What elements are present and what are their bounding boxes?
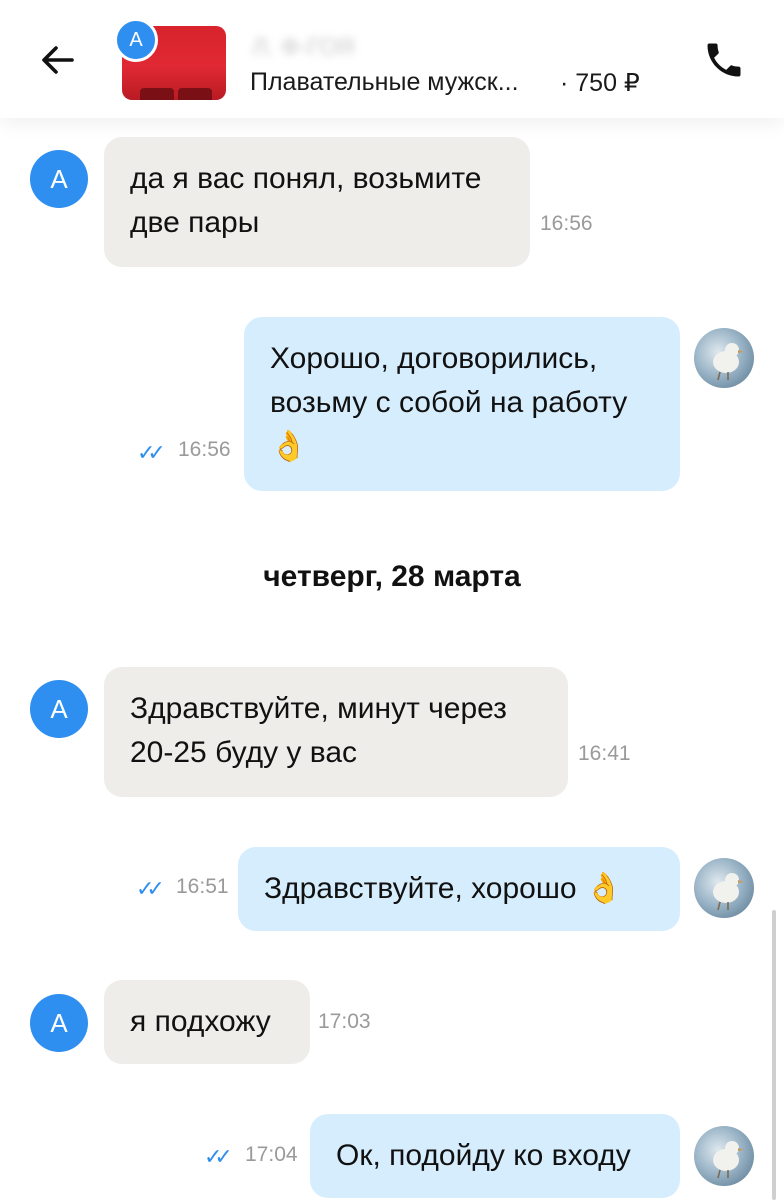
message-time: 17:03	[318, 1010, 371, 1033]
product-price: · 750 ₽	[560, 69, 640, 97]
message-bubble-outgoing[interactable]: Ок, подойду ко входу	[310, 1114, 680, 1198]
read-checkmarks-icon: ✓✓	[137, 440, 166, 465]
product-title[interactable]: Плавательные мужск...	[250, 68, 519, 97]
seller-avatar[interactable]: A	[30, 680, 88, 738]
call-button[interactable]	[698, 34, 750, 86]
message-line: Здравствуйте, минут через	[130, 692, 507, 725]
bird-avatar-icon	[713, 873, 744, 911]
message-bubble-outgoing[interactable]: Хорошо, договорились, возьму с собой на …	[244, 317, 680, 491]
message-line: Ок, подойду ко входу	[336, 1139, 631, 1172]
ok-hand-emoji: 👌	[270, 430, 308, 463]
bird-avatar-icon	[713, 1141, 744, 1179]
read-checkmarks-icon: ✓✓	[204, 1144, 233, 1169]
message-bubble-incoming[interactable]: я подхожу	[104, 980, 310, 1064]
message-line: я подхожу	[130, 1005, 271, 1038]
seller-avatar[interactable]: A	[30, 994, 88, 1052]
read-checkmarks-icon: ✓✓	[136, 876, 165, 901]
bird-avatar-icon	[713, 343, 744, 381]
message-bubble-incoming[interactable]: да я вас понял, возьмите две пары	[104, 137, 530, 267]
my-avatar[interactable]	[694, 328, 754, 388]
back-button[interactable]	[34, 36, 82, 84]
message-time: 16:56	[540, 212, 593, 235]
message-time: 16:41	[578, 742, 631, 765]
back-arrow-icon	[42, 46, 74, 74]
seller-avatar-badge: A	[114, 18, 158, 62]
message-line: да я вас понял, возьмите	[130, 162, 482, 195]
message-time: 16:51	[176, 875, 229, 898]
my-avatar[interactable]	[694, 858, 754, 918]
message-time: 16:56	[178, 438, 231, 461]
my-avatar[interactable]	[694, 1126, 754, 1186]
date-separator: четверг, 28 марта	[263, 560, 521, 593]
message-line: Хорошо, договорились,	[270, 342, 598, 375]
message-bubble-incoming[interactable]: Здравствуйте, минут через 20-25 буду у в…	[104, 667, 568, 797]
ok-hand-emoji: 👌	[584, 872, 623, 905]
chat-header: A Л. Ф-ГОЯ Плавательные мужск... · 750 ₽	[0, 0, 784, 118]
message-line: 20-25 буду у вас	[130, 736, 358, 769]
scrollbar[interactable]	[772, 910, 776, 1200]
message-time: 17:04	[245, 1143, 298, 1166]
message-line: две пары	[130, 206, 260, 239]
phone-icon	[707, 43, 741, 77]
message-line: возьму с собой на работу	[270, 386, 628, 419]
seller-avatar[interactable]: A	[30, 150, 88, 208]
seller-name: Л. Ф-ГОЯ	[252, 34, 355, 61]
message-bubble-outgoing[interactable]: Здравствуйте, хорошо 👌	[238, 847, 680, 931]
message-line: Здравствуйте, хорошо	[264, 872, 577, 905]
